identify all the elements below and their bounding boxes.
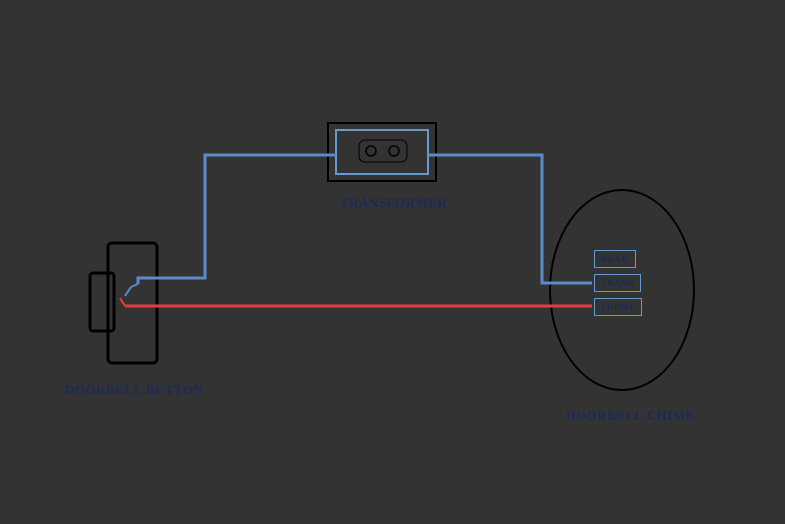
transformer-outer: [328, 123, 436, 181]
doorbell-button-label: DOORBELL BUTTON: [65, 382, 203, 398]
wiring-diagram: [0, 0, 785, 524]
wire-blue-hook: [125, 284, 138, 296]
transformer-inner: [336, 130, 428, 174]
terminal-rear: REAR: [594, 250, 636, 268]
wire-red-hook: [120, 298, 125, 306]
transformer-terminal-right: [389, 146, 399, 156]
transformer-terminal-left: [366, 146, 376, 156]
wire-blue-left: [138, 155, 336, 284]
transformer-label: TRANSFORMER: [340, 195, 447, 211]
doorbell-chime-label: DOORBELL CHIME: [566, 408, 695, 424]
wire-blue-right: [428, 155, 592, 283]
terminal-front: FRONT: [594, 298, 642, 316]
terminal-trans: TRANS: [594, 274, 641, 292]
doorbell-button-push: [90, 273, 114, 331]
